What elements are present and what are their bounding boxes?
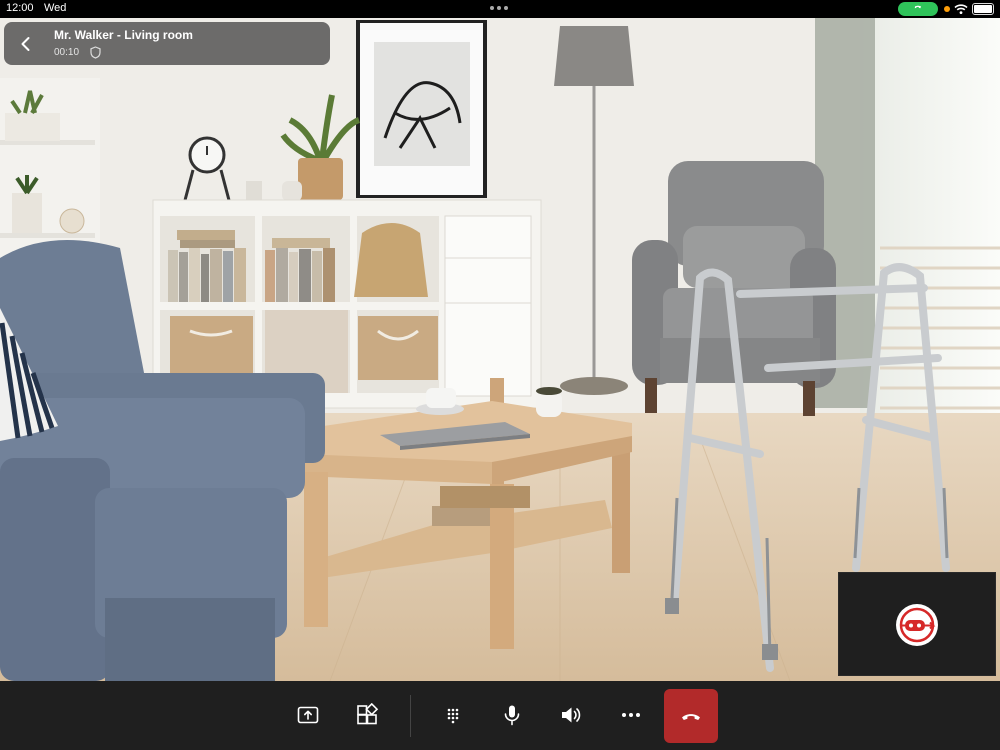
shield-icon <box>90 46 101 59</box>
dialpad-icon <box>447 708 459 724</box>
controls-divider <box>410 695 411 737</box>
wifi-icon <box>954 4 968 15</box>
apps-button[interactable] <box>341 689 393 741</box>
call-controls-bar <box>0 681 1000 750</box>
more-options-button[interactable] <box>605 689 657 741</box>
dialpad-button[interactable] <box>427 689 479 741</box>
speaker-icon <box>562 707 581 723</box>
more-horizontal-icon <box>622 713 640 717</box>
active-call-indicator[interactable] <box>898 2 938 16</box>
chevron-left-icon[interactable] <box>16 34 36 54</box>
share-tray-icon <box>297 706 319 724</box>
clock-time: 12:00 <box>6 2 34 14</box>
battery-icon <box>972 3 994 15</box>
self-view-tile[interactable] <box>838 572 996 676</box>
microphone-button[interactable] <box>486 689 538 741</box>
speaker-button[interactable] <box>545 689 597 741</box>
call-title: Mr. Walker - Living room <box>54 28 193 42</box>
phone-hangup-icon <box>682 714 700 720</box>
end-call-button[interactable] <box>664 689 718 743</box>
call-duration: 00:10 <box>54 47 80 58</box>
multitask-dots-icon[interactable] <box>490 6 508 10</box>
mic-in-use-indicator <box>944 6 950 12</box>
robot-logo-icon <box>896 604 938 646</box>
apps-grid-icon <box>357 703 379 725</box>
clock-day: Wed <box>44 2 67 14</box>
status-bar: 12:00 Wed <box>0 0 1000 18</box>
microphone-icon <box>504 705 520 726</box>
share-screen-button[interactable] <box>282 689 334 741</box>
call-info-header: Mr. Walker - Living room 00:10 <box>4 22 330 65</box>
